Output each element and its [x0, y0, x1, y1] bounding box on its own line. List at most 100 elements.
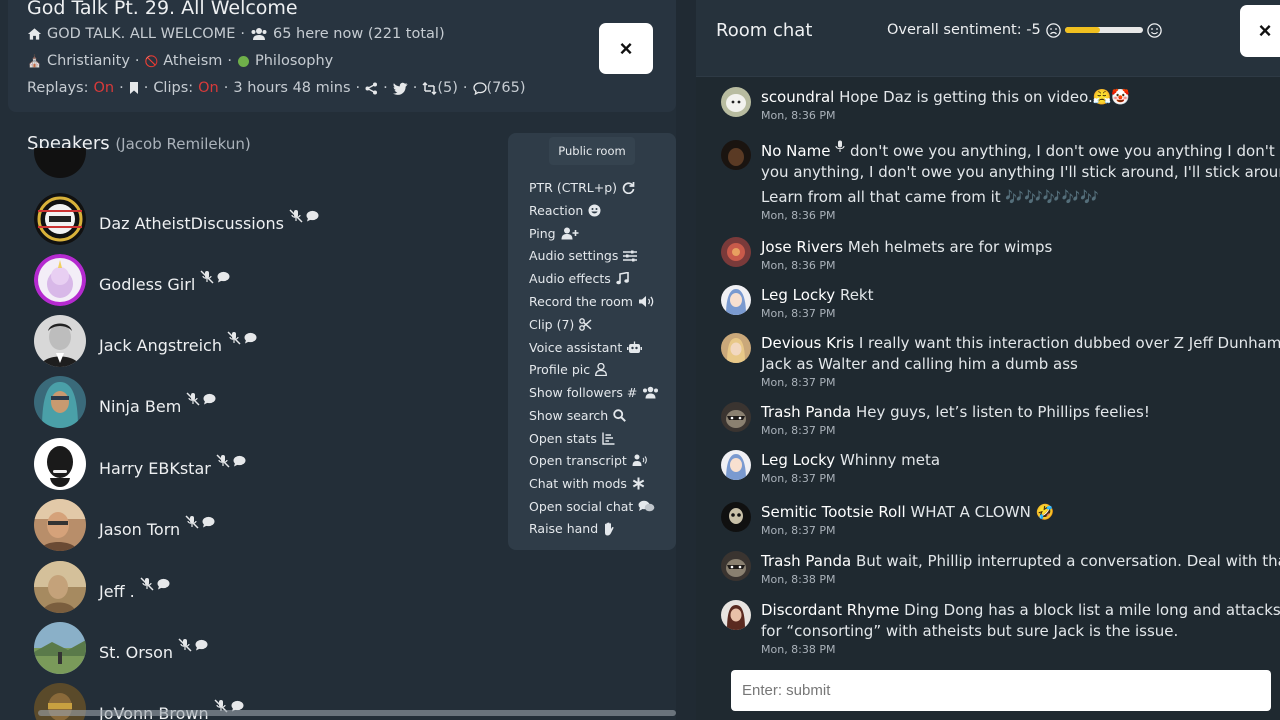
- menu-item-clip[interactable]: Clip (7): [529, 317, 592, 332]
- message-text: Hope Daz is getting this on video.😤🤡: [839, 88, 1131, 106]
- speaker-item[interactable]: Jason Torn: [34, 499, 215, 551]
- menu-item-open-stats[interactable]: Open stats: [529, 431, 615, 446]
- speaker-item[interactable]: Daz AtheistDiscussions: [34, 193, 319, 245]
- repost-icon[interactable]: [422, 81, 437, 95]
- chat-bubble-icon: [195, 639, 208, 651]
- message-time: Mon, 8:38 PM: [761, 573, 836, 586]
- room-stats-row: Replays: On · · Clips: On · 3 hours 48 m…: [27, 80, 526, 96]
- message-author[interactable]: Trash Panda: [761, 552, 851, 570]
- sepia-avatar: [34, 561, 86, 613]
- speaker-item[interactable]: Ninja Bem: [34, 376, 216, 428]
- horizontal-scrollbar[interactable]: [38, 710, 676, 716]
- chat-input[interactable]: [731, 670, 1271, 711]
- replays-value: On: [93, 80, 115, 96]
- speaker-name: Jason Torn: [99, 519, 181, 539]
- topic-christianity[interactable]: Christianity: [47, 53, 130, 69]
- home-icon: [27, 28, 42, 40]
- close-chat-button[interactable]: ×: [1240, 5, 1280, 57]
- dark-face-avatar: [34, 438, 86, 490]
- menu-item-raise-hand[interactable]: Raise hand: [529, 521, 615, 536]
- menu-item-profile-pic[interactable]: Profile pic: [529, 362, 608, 377]
- room-actions-menu: Public room PTR (CTRL+p) Reaction Ping A…: [508, 133, 676, 550]
- avatar: [34, 148, 86, 178]
- sheep-avatar: [721, 87, 751, 117]
- message-author[interactable]: Semitic Tootsie Roll: [761, 503, 906, 521]
- host-name: (Jacob Remilekun): [115, 135, 251, 153]
- repost-count: (5): [437, 80, 458, 96]
- search-icon: [613, 409, 627, 422]
- speaker-item[interactable]: Godless Girl: [34, 254, 230, 306]
- message-time: Mon, 8:36 PM: [761, 109, 836, 122]
- mic-muted-icon: [186, 392, 200, 406]
- speaker-name: Jeff .: [99, 581, 135, 601]
- raccoon-avatar: [721, 402, 751, 432]
- speaker-item[interactable]: Harry EBKstar: [34, 438, 246, 490]
- users-icon: [643, 386, 659, 399]
- message-author[interactable]: scoundral: [761, 88, 834, 106]
- message-text: Ding Dong has a block list a mile long a…: [904, 601, 1280, 619]
- mic-muted-icon: [289, 209, 303, 223]
- speaker-item[interactable]: Jack Angstreich: [34, 315, 257, 367]
- comment-icon[interactable]: [472, 81, 487, 95]
- share-icon[interactable]: [365, 82, 378, 95]
- message-author[interactable]: No Name: [761, 142, 830, 160]
- skull-avatar: [721, 502, 751, 532]
- message-author[interactable]: Jose Rivers: [761, 238, 843, 256]
- brain-icon: [238, 55, 249, 67]
- sad-face-icon: [1045, 22, 1061, 38]
- sliders-icon: [623, 250, 638, 261]
- music-icon: [616, 272, 629, 285]
- twitter-icon[interactable]: [392, 82, 408, 95]
- refresh-icon: [622, 182, 635, 194]
- menu-item-show-search[interactable]: Show search: [529, 408, 627, 423]
- chat-bubble-icon: [244, 332, 257, 344]
- message-text: Whinny meta: [839, 451, 941, 469]
- speaker-item[interactable]: St. Orson: [34, 622, 208, 674]
- close-room-button[interactable]: ×: [599, 23, 653, 74]
- speaker-item[interactable]: Jeff .: [34, 561, 170, 613]
- topic-philosophy[interactable]: Philosophy: [255, 53, 333, 69]
- listener-count: 65 here now (221 total): [272, 26, 445, 42]
- menu-item-audio-settings[interactable]: Audio settings: [529, 248, 638, 263]
- menu-item-reaction[interactable]: Reaction: [529, 203, 601, 218]
- clips-label: Clips:: [153, 80, 194, 96]
- message-text: Meh helmets are for wimps: [847, 238, 1053, 256]
- bookmark-icon[interactable]: [129, 81, 139, 95]
- message-time: Mon, 8:36 PM: [761, 209, 836, 222]
- chat-panel: Room chat Overall sentiment: -5 × scound…: [696, 0, 1280, 720]
- portrait-avatar: [34, 315, 86, 367]
- flower-avatar: [721, 237, 751, 267]
- atheist-logo-avatar: [34, 193, 86, 245]
- speaker-name: Godless Girl: [99, 274, 196, 294]
- message-author[interactable]: Leg Locky: [761, 451, 835, 469]
- menu-item-audio-effects[interactable]: Audio effects: [529, 271, 629, 286]
- message-author[interactable]: Discordant Rhyme: [761, 601, 899, 619]
- landscape-avatar: [34, 622, 86, 674]
- message-author[interactable]: Trash Panda: [761, 403, 851, 421]
- comments-icon: [638, 500, 655, 512]
- asterisk-icon: [632, 477, 645, 490]
- user-icon: [595, 363, 608, 376]
- menu-item-social-chat[interactable]: Open social chat: [529, 499, 655, 514]
- topic-atheism[interactable]: Atheism: [163, 53, 222, 69]
- menu-item-voice-assistant[interactable]: Voice assistant: [529, 340, 643, 355]
- room-duration: 3 hours 48 mins: [233, 80, 351, 96]
- menu-item-ping[interactable]: Ping: [529, 226, 579, 241]
- menu-item-ptr[interactable]: PTR (CTRL+p): [529, 180, 635, 195]
- message-author[interactable]: Devious Kris: [761, 334, 854, 352]
- message-author[interactable]: Leg Locky: [761, 286, 835, 304]
- church-icon: ⛪: [27, 54, 42, 68]
- menu-item-record-room[interactable]: Record the room: [529, 294, 655, 309]
- menu-item-open-transcript[interactable]: Open transcript: [529, 453, 647, 468]
- menu-item-chat-mods[interactable]: Chat with mods: [529, 476, 645, 491]
- dark-avatar: [721, 140, 751, 170]
- anime-avatar: [721, 450, 751, 480]
- message-text: you anything, I don't owe you anything I…: [761, 163, 1280, 181]
- message-text: Learn from all that came from it 🎶🎶🎶🎶🎶: [761, 188, 1099, 206]
- public-room-button[interactable]: Public room: [549, 137, 635, 165]
- outdoor-avatar: [34, 499, 86, 551]
- message-time: Mon, 8:37 PM: [761, 376, 836, 389]
- smile-icon: [588, 204, 601, 217]
- transcript-icon: [632, 454, 647, 466]
- menu-item-show-followers[interactable]: Show followers #: [529, 385, 659, 400]
